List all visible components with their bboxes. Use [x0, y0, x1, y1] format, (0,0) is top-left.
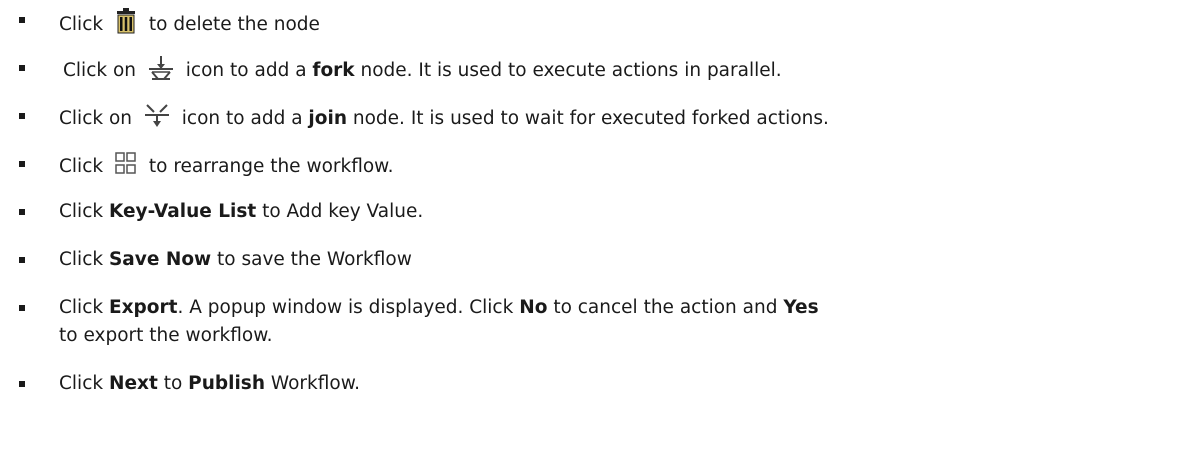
item-text: to cancel the action and [553, 297, 778, 318]
item-bold-text: Next [108, 373, 158, 394]
item-bold-text: Save Now [108, 249, 212, 270]
item-bold-text: No [519, 297, 548, 318]
bullet [19, 381, 25, 387]
item-bold-text: Export [108, 297, 178, 318]
item-bold-text: fork [312, 60, 355, 81]
bullet [19, 17, 25, 23]
bullet [19, 305, 25, 311]
item-text: . A popup window is displayed. Click [177, 297, 514, 318]
join-icon[interactable] [144, 104, 170, 135]
item-text: Click [59, 14, 104, 35]
item-text: Click [59, 156, 104, 177]
bullet [19, 209, 25, 215]
item-text: node. It is used to wait for executed fo… [352, 108, 829, 129]
item-text: icon to add a [181, 108, 303, 129]
trash-icon[interactable] [115, 8, 137, 41]
item-text: Workflow. [270, 373, 361, 394]
bullet [19, 161, 25, 167]
item-text: to rearrange the workflow. [148, 156, 394, 177]
item-text: icon to add a [185, 60, 307, 81]
item-text: Click [59, 297, 104, 318]
item-bold-text: join [308, 108, 347, 129]
item-text: Click [59, 373, 104, 394]
item-text: to Add key Value. [262, 201, 424, 222]
item-text: Click on [59, 108, 133, 129]
list-item: Click Export. A popup window is displaye… [0, 296, 1180, 352]
bullet [19, 65, 25, 71]
fork-icon[interactable] [148, 56, 174, 87]
item-text: Click on [63, 60, 137, 81]
item-text: to [163, 373, 183, 394]
item-bold-text: Yes [783, 297, 819, 318]
item-bold-text: Key-Value List [108, 201, 257, 222]
item-text: Click [59, 249, 104, 270]
grid-icon[interactable] [115, 152, 137, 183]
item-bold-text: Publish [188, 373, 265, 394]
section-heading-fragment [0, 0, 110, 8]
item-text: to delete the node [148, 14, 320, 35]
item-text: to save the Workflow [217, 249, 412, 270]
bullet [19, 113, 25, 119]
item-text: node. It is used to execute actions in p… [360, 60, 782, 81]
bullet [19, 257, 25, 263]
item-text: Click [59, 201, 104, 222]
item-text: to export the workflow. [59, 325, 273, 346]
